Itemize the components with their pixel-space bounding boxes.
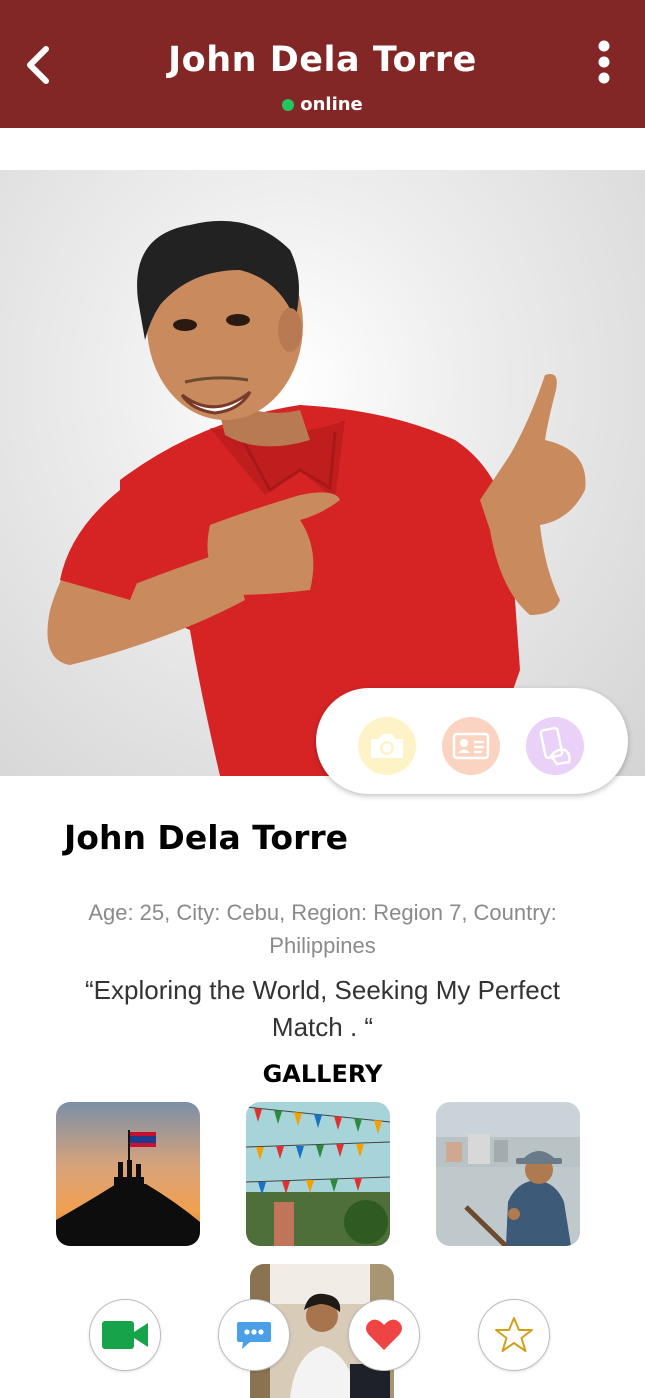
star-icon [495, 1317, 533, 1352]
gallery-photo-sunset-flag[interactable] [56, 1102, 200, 1246]
gallery-title: GALLERY [262, 1060, 383, 1088]
id-card-icon [452, 732, 490, 760]
video-call-button[interactable] [89, 1299, 161, 1371]
heart-icon [366, 1319, 402, 1350]
details-line-1: Age: 25, City: Cebu, Region: Region 7, C… [88, 900, 557, 925]
online-dot [282, 98, 295, 111]
status-text: online [300, 94, 363, 115]
gallery-photo-festival-flags[interactable] [246, 1102, 390, 1246]
camera-icon [371, 734, 403, 758]
profile-photo[interactable] [0, 170, 645, 776]
video-camera-icon [102, 1321, 148, 1349]
profile-bio: “Exploring the World, Seeking My Perfect… [40, 972, 605, 1046]
photo-verified-badge[interactable] [358, 717, 416, 775]
gallery-photo-boat-rower[interactable] [436, 1102, 580, 1246]
bio-line-1: “Exploring the World, Seeking My Perfect [85, 975, 560, 1005]
header-title: John Dela Torre [168, 40, 477, 80]
chat-bubble-icon [237, 1322, 271, 1349]
chat-button[interactable] [218, 1299, 290, 1371]
like-button[interactable] [348, 1299, 420, 1371]
more-vertical-icon [598, 40, 610, 84]
phone-verified-badge[interactable] [526, 717, 584, 775]
more-menu-button[interactable] [586, 38, 622, 86]
bio-line-2: Match . “ [271, 1012, 374, 1042]
profile-details: Age: 25, City: Cebu, Region: Region 7, C… [40, 896, 605, 962]
app-header: John Dela Torre online [0, 0, 645, 128]
verification-badges [316, 688, 628, 794]
profile-name: John Dela Torre [64, 818, 348, 857]
favorite-button[interactable] [478, 1299, 550, 1371]
id-verified-badge[interactable] [442, 717, 500, 775]
phone-hand-icon [539, 726, 571, 766]
details-line-2: Philippines [269, 933, 376, 958]
online-status: online [0, 94, 645, 115]
